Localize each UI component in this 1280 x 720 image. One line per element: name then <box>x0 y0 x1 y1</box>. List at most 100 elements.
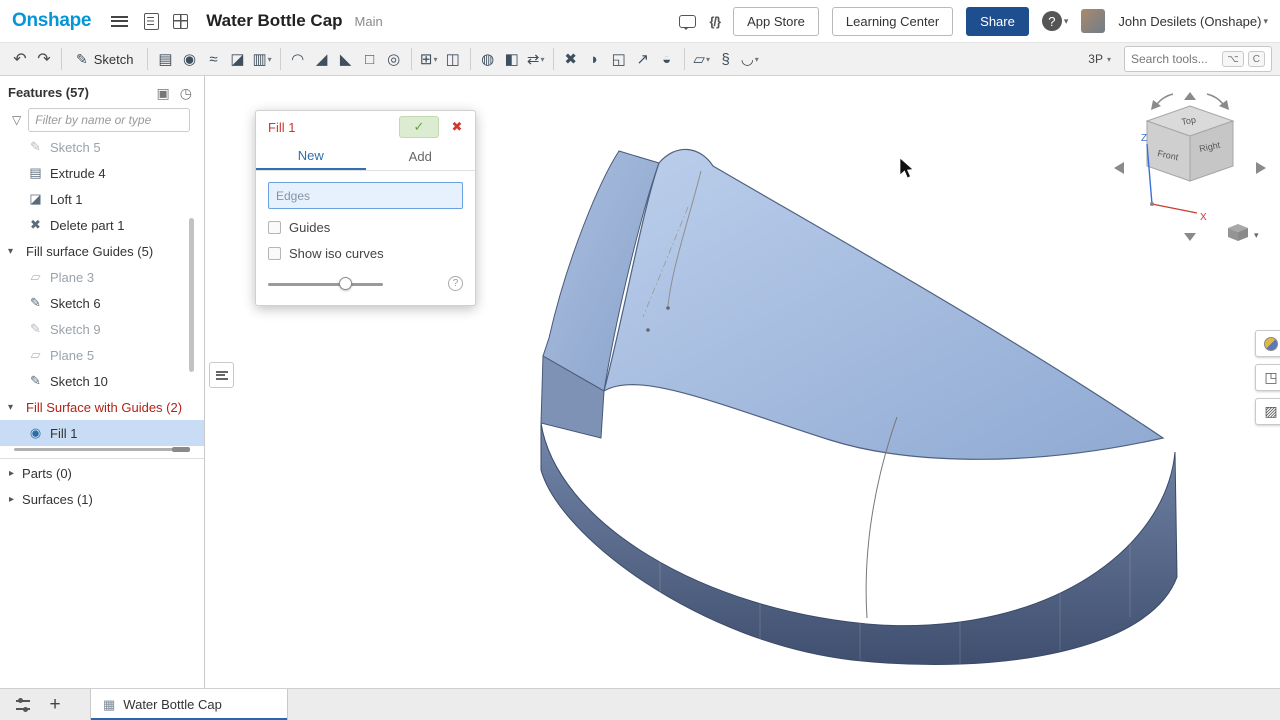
offset-surface-icon[interactable]: ◒ <box>655 46 679 72</box>
undo-button[interactable]: ↶ <box>8 46 32 72</box>
chevron-down-icon[interactable]: ▾ <box>1254 230 1259 240</box>
guides-checkbox[interactable] <box>268 221 281 234</box>
user-avatar[interactable] <box>1081 9 1105 33</box>
feature-label: Sketch 9 <box>50 322 101 337</box>
tab-water-bottle-cap[interactable]: ▦ Water Bottle Cap <box>90 689 288 720</box>
transform-icon[interactable]: ⇄▾ <box>524 46 548 72</box>
rollback-bar[interactable] <box>14 448 190 451</box>
features-panel-header: Features (57) ▣ ◷ <box>0 76 204 103</box>
caret-right-icon: ▸ <box>9 494 14 505</box>
document-menu-icon[interactable] <box>111 16 128 27</box>
split-icon[interactable]: ◧ <box>500 46 524 72</box>
iso-curves-checkbox[interactable] <box>268 247 281 260</box>
feature-tree-folder[interactable]: ▾Fill surface Guides (5) <box>0 238 204 264</box>
redo-button[interactable]: ↷ <box>32 46 56 72</box>
feature-tree-item[interactable]: ▱Plane 5 <box>0 342 204 368</box>
mirror-icon[interactable]: ◫ <box>441 46 465 72</box>
chamfer-icon[interactable]: ◢ <box>310 46 334 72</box>
turn-left-icon[interactable] <box>1114 162 1124 174</box>
search-tools-box[interactable]: ⌥ C <box>1124 46 1272 72</box>
user-menu[interactable]: John Desilets (Onshape) ▾ <box>1118 14 1268 29</box>
chevron-down-icon: ▾ <box>755 55 759 64</box>
edges-input[interactable] <box>268 182 463 209</box>
named-views-button[interactable]: ◳ <box>1255 364 1280 391</box>
confirm-button[interactable]: ✓ <box>399 116 439 138</box>
tab-new[interactable]: New <box>256 143 366 170</box>
fill-surface[interactable] <box>604 149 1163 459</box>
share-button[interactable]: Share <box>966 7 1029 36</box>
move-face-icon[interactable]: ↗ <box>631 46 655 72</box>
delete-face-icon[interactable]: ◱ <box>607 46 631 72</box>
tab-add[interactable]: Add <box>366 143 476 170</box>
help-menu[interactable]: ? ▾ <box>1042 11 1069 31</box>
feature-filter-input[interactable] <box>28 108 190 132</box>
app-store-button[interactable]: App Store <box>733 7 819 36</box>
document-title: Water Bottle Cap <box>206 11 342 31</box>
feature-tree-item[interactable]: ◉Fill 1 <box>0 420 204 446</box>
comments-icon[interactable] <box>679 15 696 28</box>
tab-label: Water Bottle Cap <box>123 697 222 712</box>
sweep-icon[interactable]: ≈ <box>201 46 225 72</box>
modify-fillet-icon[interactable]: ◗ <box>583 46 607 72</box>
view-cube[interactable]: Top Front Right Z X ▾ <box>1114 92 1266 241</box>
dialog-help-icon[interactable]: ? <box>448 276 463 291</box>
feature-tree-item[interactable]: ▤Extrude 4 <box>0 160 204 186</box>
fill-dialog-header[interactable]: Fill 1 ✓ ✖ <box>256 111 475 143</box>
onshape-logo[interactable]: Onshape <box>12 10 91 32</box>
boolean-icon[interactable]: ◍ <box>476 46 500 72</box>
fidelity-slider-knob[interactable] <box>339 277 352 290</box>
new-tab-button[interactable]: + <box>42 692 68 718</box>
new-document-icon[interactable] <box>173 14 188 29</box>
feature-label: Fill Surface with Guides (2) <box>26 400 182 415</box>
feature-tree-item[interactable]: ✎Sketch 6 <box>0 290 204 316</box>
tilt-up-icon[interactable] <box>1184 92 1196 100</box>
custom-features-button[interactable]: 3P ▾ <box>1081 46 1118 72</box>
help-icon[interactable]: ? <box>1042 11 1062 31</box>
shell-icon[interactable]: □ <box>358 46 382 72</box>
iso-curves-checkbox-row[interactable]: Show iso curves <box>268 246 463 261</box>
history-icon[interactable]: ◷ <box>180 86 192 100</box>
tilt-down-icon[interactable] <box>1184 233 1196 241</box>
document-panel-icon[interactable] <box>144 13 159 30</box>
insert-here-icon[interactable]: ▣ <box>157 86 170 100</box>
fillet-icon[interactable]: ◠ <box>286 46 310 72</box>
cancel-button[interactable]: ✖ <box>445 116 469 138</box>
section-view-button[interactable]: ▨ <box>1255 398 1280 425</box>
thicken-icon[interactable]: ▥▾ <box>249 46 274 72</box>
feature-list-scrollbar[interactable] <box>189 218 194 372</box>
fidelity-slider[interactable] <box>268 283 383 286</box>
chevron-down-icon: ▾ <box>706 55 710 64</box>
draft-icon[interactable]: ◣ <box>334 46 358 72</box>
mouse-cursor <box>900 158 913 178</box>
feature-tree-item[interactable]: ✎Sketch 10 <box>0 368 204 394</box>
helix-icon[interactable]: § <box>714 46 738 72</box>
guides-checkbox-row[interactable]: Guides <box>268 220 463 235</box>
feature-dialog-flyout-handle[interactable] <box>209 362 234 388</box>
hole-icon[interactable]: ◎ <box>382 46 406 72</box>
toolbar-divider <box>147 48 148 70</box>
extrude-icon[interactable]: ▤ <box>153 46 177 72</box>
search-tools-input[interactable] <box>1131 52 1218 66</box>
revolve-icon[interactable]: ◉ <box>177 46 201 72</box>
featurescript-icon[interactable]: {/} <box>709 14 720 29</box>
feature-tree-item[interactable]: ▱Plane 3 <box>0 264 204 290</box>
feature-tree-item[interactable]: ✎Sketch 5 <box>0 134 204 160</box>
plane-icon[interactable]: ▱▾ <box>690 46 714 72</box>
feature-tree-folder[interactable]: ▾Fill Surface with Guides (2) <box>0 394 204 420</box>
turn-right-icon[interactable] <box>1256 162 1266 174</box>
delete-part-icon[interactable]: ✖ <box>559 46 583 72</box>
feature-tree-item[interactable]: ◪Loft 1 <box>0 186 204 212</box>
sketch-button[interactable]: ✎ Sketch <box>67 46 142 72</box>
workspace-name[interactable]: Main <box>355 14 383 29</box>
curve-icon[interactable]: ◡▾ <box>738 46 762 72</box>
loft-icon[interactable]: ◪ <box>225 46 249 72</box>
feature-label: Sketch 6 <box>50 296 101 311</box>
feature-tree-item[interactable]: ✖Delete part 1 <box>0 212 204 238</box>
feature-tree-item[interactable]: ✎Sketch 9 <box>0 316 204 342</box>
linear-pattern-icon[interactable]: ⊞▾ <box>417 46 441 72</box>
learning-center-button[interactable]: Learning Center <box>832 7 953 36</box>
parts-section[interactable]: ▸ Parts (0) <box>0 460 204 486</box>
tab-manager-button[interactable] <box>10 692 36 718</box>
surfaces-section[interactable]: ▸ Surfaces (1) <box>0 486 204 512</box>
appearance-button[interactable] <box>1255 330 1280 357</box>
